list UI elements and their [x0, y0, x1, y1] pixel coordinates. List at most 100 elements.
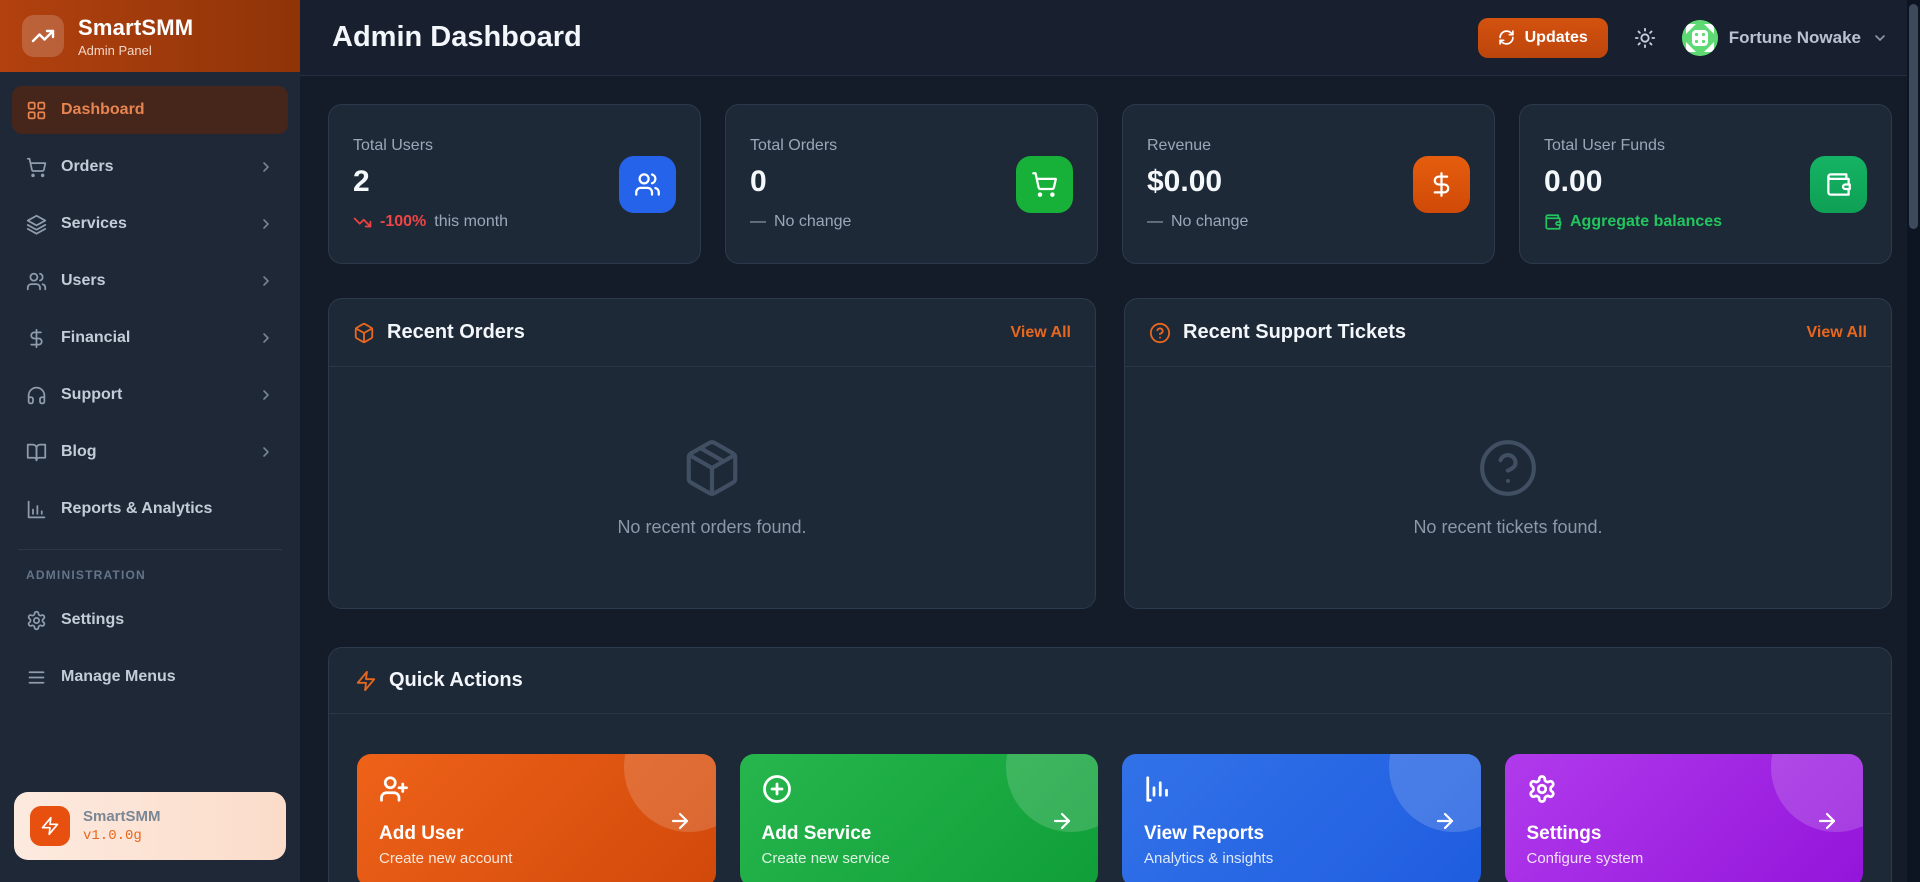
package-icon [353, 322, 375, 344]
sidebar: SmartSMM Admin Panel Dashboard Orders Se… [0, 0, 300, 882]
version-app-name: SmartSMM [83, 808, 161, 825]
sidebar-item-financial[interactable]: Financial [12, 314, 288, 362]
arrow-right-icon [1050, 809, 1074, 833]
stat-value: 2 [353, 164, 370, 198]
plus-circle-icon [762, 774, 1077, 804]
panel-title: Recent Support Tickets [1183, 321, 1407, 343]
sidebar-item-label: Blog [61, 443, 97, 460]
lightning-bolt-icon [355, 670, 377, 692]
stat-value: $0.00 [1147, 165, 1223, 198]
book-open-icon [26, 442, 47, 463]
sidebar-item-reports[interactable]: Reports & Analytics [12, 485, 288, 533]
stat-value: 0 [750, 165, 767, 198]
chevron-right-icon [258, 273, 274, 289]
view-all-tickets-link[interactable]: View All [1807, 324, 1867, 342]
chevron-right-icon [258, 216, 274, 232]
package-icon [681, 437, 743, 499]
stat-value: 0.00 [1544, 165, 1603, 198]
arrow-right-icon [1433, 809, 1457, 833]
sidebar-item-dashboard[interactable]: Dashboard [12, 86, 288, 134]
version-number: v1.0.0g [83, 828, 142, 844]
sidebar-item-orders[interactable]: Orders [12, 143, 288, 191]
stat-label: Total User Funds [1544, 137, 1665, 154]
chevron-right-icon [258, 159, 274, 175]
stat-trend-text: No change [774, 213, 852, 230]
updates-button-label: Updates [1524, 28, 1588, 46]
stat-card-revenue: Revenue $0.00 — No change [1122, 104, 1495, 264]
user-menu[interactable]: Fortune Nowake [1681, 19, 1888, 56]
cart-icon [26, 157, 47, 178]
wallet-icon [1810, 155, 1867, 213]
dashboard-grid-icon [26, 100, 47, 121]
user-plus-icon [379, 774, 694, 804]
chevron-right-icon [258, 330, 274, 346]
lightning-bolt-icon [30, 806, 70, 846]
quick-action-settings[interactable]: Settings Configure system [1504, 754, 1863, 882]
minus-dash: — [1147, 213, 1163, 230]
chevron-right-icon [258, 387, 274, 403]
avatar [1681, 19, 1718, 56]
users-icon [26, 271, 47, 292]
sidebar-item-label: Financial [61, 329, 131, 346]
bar-chart-icon [1144, 774, 1459, 804]
sidebar-item-label: Services [61, 215, 127, 232]
page-title: Admin Dashboard [332, 21, 582, 53]
main-area: Admin Dashboard Updates Fortune Nowake T… [300, 0, 1920, 882]
vertical-scrollbar[interactable] [1907, 0, 1920, 882]
sidebar-item-blog[interactable]: Blog [12, 428, 288, 476]
minus-dash: — [750, 213, 766, 230]
recent-orders-panel: Recent Orders View All No recent orders … [328, 298, 1096, 609]
chevron-right-icon [258, 444, 274, 460]
scrollbar-thumb[interactable] [1909, 4, 1918, 229]
stat-label: Total Orders [750, 137, 838, 154]
quick-action-title: Add Service [761, 823, 872, 844]
menu-lines-icon [26, 667, 47, 688]
theme-sun-icon[interactable] [1634, 27, 1656, 49]
sidebar-item-label: Settings [61, 611, 125, 628]
quick-action-view-reports[interactable]: View Reports Analytics & insights [1122, 754, 1481, 882]
updates-button[interactable]: Updates [1477, 17, 1608, 58]
top-header: Admin Dashboard Updates Fortune Nowake [300, 0, 1920, 76]
recent-support-tickets-panel: Recent Support Tickets View All No recen… [1124, 298, 1892, 609]
brand-name: SmartSMM [78, 14, 194, 40]
stat-trend-text: Aggregate balances [1570, 213, 1723, 230]
sidebar-nav: Dashboard Orders Services Users Financia… [0, 72, 300, 792]
gear-icon [26, 610, 47, 631]
quick-action-subtitle: Analytics & insights [1144, 850, 1274, 867]
trending-down-icon [353, 213, 372, 232]
sidebar-section-administration: ADMINISTRATION [26, 568, 146, 582]
arrow-right-icon [1815, 809, 1839, 833]
cart-icon [1016, 155, 1073, 213]
sidebar-item-manage-menus[interactable]: Manage Menus [12, 653, 288, 701]
dashboard-content: Total Users 2 -100% this month Total Ord… [300, 76, 1920, 882]
brand-subtitle: Admin Panel [78, 42, 152, 58]
bar-chart-icon [26, 499, 47, 520]
app-window: SmartSMM Admin Panel Dashboard Orders Se… [0, 0, 1920, 882]
quick-actions-title: Quick Actions [389, 669, 523, 691]
quick-action-subtitle: Configure system [1526, 850, 1644, 867]
quick-action-title: View Reports [1144, 823, 1265, 844]
quick-action-add-user[interactable]: Add User Create new account [357, 754, 716, 882]
panels-row: Recent Orders View All No recent orders … [328, 298, 1892, 609]
sidebar-item-settings[interactable]: Settings [12, 596, 288, 644]
view-all-orders-link[interactable]: View All [1011, 324, 1071, 342]
quick-action-title: Add User [379, 823, 464, 844]
wallet-icon [1544, 213, 1562, 231]
help-circle-icon [1149, 322, 1171, 344]
stat-card-total-users: Total Users 2 -100% this month [328, 104, 701, 264]
sidebar-item-label: Users [61, 272, 106, 289]
sidebar-item-services[interactable]: Services [12, 200, 288, 248]
arrow-right-icon [668, 809, 692, 833]
sidebar-item-support[interactable]: Support [12, 371, 288, 419]
quick-action-add-service[interactable]: Add Service Create new service [739, 754, 1098, 882]
quick-actions-panel: Quick Actions Add User Create new accoun… [328, 647, 1892, 882]
sidebar-item-users[interactable]: Users [12, 257, 288, 305]
stat-trend-text: No change [1171, 213, 1249, 230]
version-badge: SmartSMM v1.0.0g [14, 792, 286, 860]
help-circle-icon [1477, 437, 1539, 499]
stat-trend-text: this month [434, 213, 509, 230]
sidebar-item-label: Manage Menus [61, 668, 176, 685]
sidebar-item-label: Orders [61, 158, 114, 175]
quick-action-subtitle: Create new account [379, 850, 513, 867]
brand-header: SmartSMM Admin Panel [0, 0, 300, 72]
